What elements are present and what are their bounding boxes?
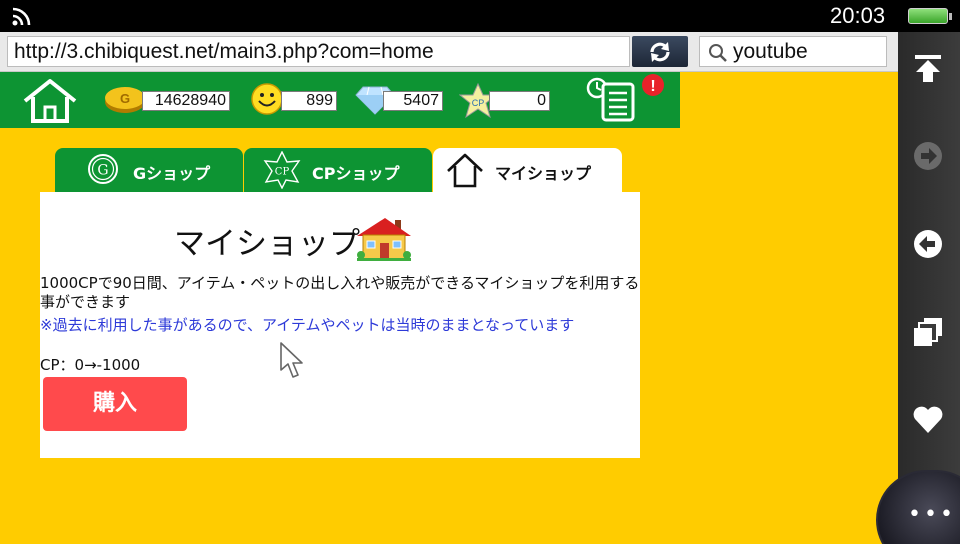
search-icon xyxy=(709,44,727,62)
bookmark-button[interactable] xyxy=(910,402,946,438)
browser-sidebar xyxy=(898,32,960,544)
cp-change-text: CP：0→-1000 xyxy=(40,356,141,374)
smile-value: 899 xyxy=(281,91,337,111)
gold-coin-icon: G xyxy=(105,87,145,113)
more-icon: ••• xyxy=(908,502,956,527)
reload-button[interactable] xyxy=(632,36,688,67)
scroll-top-icon xyxy=(915,55,941,82)
log-icon[interactable] xyxy=(586,74,644,122)
tab-g-shop[interactable]: G Gショップ xyxy=(55,148,243,192)
search-field[interactable]: youtube xyxy=(699,36,887,67)
tab-my-shop[interactable]: マイショップ xyxy=(433,148,622,192)
g-coin-icon: G xyxy=(88,154,118,184)
battery-icon xyxy=(908,8,952,24)
gold-coin-letter: G xyxy=(120,91,130,106)
cursor-icon xyxy=(280,342,303,378)
game-header: G 14628940 899 5407 CP 0 ! xyxy=(0,72,680,128)
status-bar: 20:03 xyxy=(0,0,960,32)
scroll-top-button[interactable] xyxy=(910,50,946,86)
page-title: マイショップ xyxy=(174,226,360,262)
house-outline-icon xyxy=(447,153,483,188)
heart-icon xyxy=(913,406,943,433)
more-button[interactable]: ••• xyxy=(876,470,960,544)
tab-my-shop-label: マイショップ xyxy=(495,164,592,183)
g-coin-letter: G xyxy=(97,163,108,179)
cp-value: 0 xyxy=(489,91,550,111)
clock: 20:03 xyxy=(830,3,886,28)
back-icon xyxy=(914,230,942,258)
my-shop-panel: マイショップ 1000CPで90日間、アイテム・ペットの出し入れや販売ができるマ… xyxy=(40,192,640,458)
cp-star-outline-icon: CP xyxy=(263,151,301,189)
notice-text: ※過去に利用した事があるので、アイテムやペットは当時のままとなっています xyxy=(40,316,575,334)
gold-value: 14628940 xyxy=(142,91,230,111)
cp-star-outline-letter: CP xyxy=(275,167,290,178)
smile-icon xyxy=(251,83,283,115)
tab-cp-shop-label: CPショップ xyxy=(312,164,400,183)
windows-icon xyxy=(914,318,942,346)
tab-g-shop-label: Gショップ xyxy=(133,164,211,183)
forward-icon xyxy=(914,142,942,170)
buy-button[interactable]: 購入 xyxy=(43,377,187,431)
url-field[interactable]: http://3.chibiquest.net/main3.php?com=ho… xyxy=(7,36,630,67)
forward-button[interactable] xyxy=(910,138,946,174)
house-icon xyxy=(357,218,411,261)
browser-toolbar: http://3.chibiquest.net/main3.php?com=ho… xyxy=(0,32,898,72)
wifi-icon xyxy=(12,7,31,26)
description-text: 1000CPで90日間、アイテム・ペットの出し入れや販売ができるマイショップを利… xyxy=(40,274,640,311)
back-button[interactable] xyxy=(910,226,946,262)
diamond-value: 5407 xyxy=(383,91,443,111)
alert-mark: ! xyxy=(650,78,655,95)
windows-button[interactable] xyxy=(910,314,946,350)
alert-badge: ! xyxy=(642,74,664,96)
reload-icon xyxy=(650,41,670,62)
cp-star-letter: CP xyxy=(472,98,485,108)
search-value: youtube xyxy=(733,40,808,63)
home-icon[interactable] xyxy=(21,77,79,125)
tab-cp-shop[interactable]: CP CPショップ xyxy=(244,148,432,192)
